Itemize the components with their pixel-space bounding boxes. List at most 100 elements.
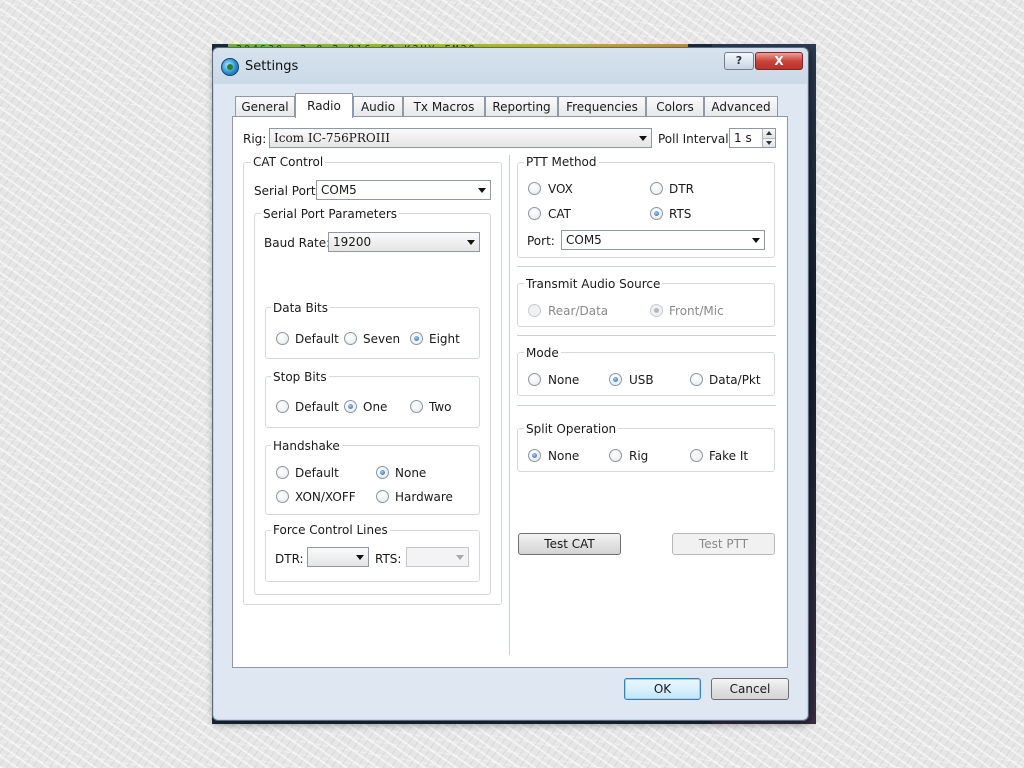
chevron-down-icon <box>752 238 760 243</box>
ptt-dtr-radio[interactable] <box>650 182 663 195</box>
title-bar[interactable]: Settings ? X <box>213 48 808 84</box>
baud-rate-value: 19200 <box>333 235 372 249</box>
cat-control-title: CAT Control <box>251 155 326 169</box>
data-bits-default-radio[interactable] <box>276 332 289 345</box>
handshake-title: Handshake <box>271 439 342 453</box>
chevron-down-icon <box>356 555 364 560</box>
split-none-label: None <box>548 449 580 463</box>
mode-none-label: None <box>548 373 580 387</box>
ptt-rts-radio[interactable] <box>650 207 663 220</box>
cancel-button[interactable]: Cancel <box>711 678 789 700</box>
handshake-group <box>265 445 480 515</box>
column-divider <box>509 155 510 655</box>
ptt-port-select[interactable]: COM5 <box>561 230 765 250</box>
ptt-rts-label: RTS <box>669 207 692 221</box>
split-rig-radio[interactable] <box>609 449 622 462</box>
ok-button[interactable]: OK <box>624 678 701 700</box>
tab-colors[interactable]: Colors <box>646 96 704 117</box>
baud-rate-label: Baud Rate: <box>264 236 331 250</box>
rig-label: Rig: <box>243 132 267 146</box>
app-icon <box>221 58 239 76</box>
handshake-xonxoff-radio[interactable] <box>276 490 289 503</box>
tab-radio[interactable]: Radio <box>295 93 353 118</box>
serial-port-value: COM5 <box>321 183 357 197</box>
section-divider <box>517 266 776 267</box>
data-bits-seven-radio[interactable] <box>344 332 357 345</box>
rts-label: RTS: <box>375 552 402 566</box>
rts-select[interactable] <box>406 547 469 567</box>
ptt-dtr-label: DTR <box>669 182 694 196</box>
poll-interval-spinbox[interactable]: 1 s <box>729 128 776 148</box>
ptt-cat-label: CAT <box>548 207 571 221</box>
tab-frequencies[interactable]: Frequencies <box>558 96 646 117</box>
split-operation-title: Split Operation <box>524 422 619 436</box>
data-bits-title: Data Bits <box>271 301 330 315</box>
data-bits-eight-radio[interactable] <box>410 332 423 345</box>
transmit-audio-source-title: Transmit Audio Source <box>524 277 663 291</box>
force-control-lines-title: Force Control Lines <box>271 523 390 537</box>
stop-bits-two-label: Two <box>429 400 452 414</box>
poll-interval-value: 1 s <box>734 131 752 145</box>
mode-none-radio[interactable] <box>528 373 541 386</box>
handshake-none-label: None <box>395 466 427 480</box>
mode-data-pkt-radio[interactable] <box>690 373 703 386</box>
mode-usb-radio[interactable] <box>609 373 622 386</box>
section-divider <box>517 405 776 406</box>
ptt-vox-label: VOX <box>548 182 573 196</box>
serial-port-parameters-title: Serial Port Parameters <box>261 207 400 221</box>
tab-general[interactable]: General <box>235 96 295 117</box>
close-button[interactable]: X <box>755 52 803 70</box>
mode-data-pkt-label: Data/Pkt <box>709 373 761 387</box>
tx-audio-front-mic-radio[interactable] <box>650 304 663 317</box>
poll-interval-label: Poll Interval: <box>658 132 733 146</box>
data-bits-eight-label: Eight <box>429 332 460 346</box>
chevron-down-icon <box>478 188 486 193</box>
ptt-port-label: Port: <box>527 234 555 248</box>
spin-up-icon[interactable] <box>762 129 775 138</box>
ptt-cat-radio[interactable] <box>528 207 541 220</box>
ptt-method-title: PTT Method <box>524 155 599 169</box>
chevron-down-icon <box>467 240 475 245</box>
stop-bits-one-label: One <box>363 400 388 414</box>
handshake-none-radio[interactable] <box>376 466 389 479</box>
window-title: Settings <box>245 59 299 74</box>
serial-port-label: Serial Port: <box>254 184 320 198</box>
mode-usb-label: USB <box>629 373 654 387</box>
tab-tx-macros[interactable]: Tx Macros <box>403 96 485 117</box>
tx-audio-front-mic-label: Front/Mic <box>669 304 724 318</box>
tx-audio-rear-data-label: Rear/Data <box>548 304 609 318</box>
stop-bits-one-radio[interactable] <box>344 400 357 413</box>
tab-advanced[interactable]: Advanced <box>704 96 778 117</box>
stop-bits-default-label: Default <box>295 400 339 414</box>
split-fake-it-radio[interactable] <box>690 449 703 462</box>
tab-reporting[interactable]: Reporting <box>485 96 558 117</box>
handshake-hardware-radio[interactable] <box>376 490 389 503</box>
mode-title: Mode <box>524 346 561 360</box>
help-button[interactable]: ? <box>724 52 754 70</box>
stop-bits-default-radio[interactable] <box>276 400 289 413</box>
handshake-default-radio[interactable] <box>276 466 289 479</box>
data-bits-seven-label: Seven <box>363 332 401 346</box>
chevron-down-icon <box>456 555 464 560</box>
tab-audio[interactable]: Audio <box>353 96 403 117</box>
baud-rate-select[interactable]: 19200 <box>328 232 480 252</box>
spin-down-icon[interactable] <box>762 138 775 147</box>
stop-bits-title: Stop Bits <box>271 370 329 384</box>
split-fake-it-label: Fake It <box>709 449 749 463</box>
data-bits-default-label: Default <box>295 332 339 346</box>
rig-select-value: Icom IC-756PROIII <box>274 131 390 145</box>
handshake-default-label: Default <box>295 466 339 480</box>
dtr-label: DTR: <box>275 552 304 566</box>
test-cat-button[interactable]: Test CAT <box>518 533 621 555</box>
ptt-port-value: COM5 <box>566 233 602 247</box>
rig-select[interactable]: Icom IC-756PROIII <box>269 128 652 148</box>
stop-bits-two-radio[interactable] <box>410 400 423 413</box>
dtr-select[interactable] <box>307 547 369 567</box>
serial-port-select[interactable]: COM5 <box>316 180 491 200</box>
test-ptt-button[interactable]: Test PTT <box>672 533 775 555</box>
section-divider <box>517 335 776 336</box>
tx-audio-rear-data-radio[interactable] <box>528 304 541 317</box>
split-none-radio[interactable] <box>528 449 541 462</box>
ptt-vox-radio[interactable] <box>528 182 541 195</box>
chevron-down-icon <box>639 136 647 141</box>
